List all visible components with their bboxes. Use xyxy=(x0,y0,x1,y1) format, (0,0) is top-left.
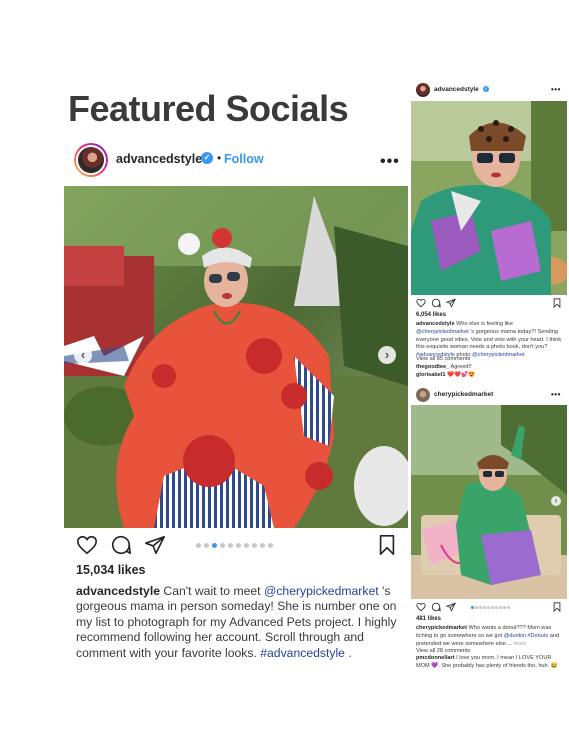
comment-username[interactable]: glorisabel1 xyxy=(416,372,446,378)
verified-badge-icon: ✓ xyxy=(201,152,213,164)
likes-count[interactable]: 15,034 likes xyxy=(76,563,146,577)
more-options-icon[interactable]: ••• xyxy=(380,154,400,170)
more-options-icon[interactable]: ••• xyxy=(551,390,561,399)
caption-username[interactable]: advancedstyle xyxy=(416,321,455,327)
post-caption: advancedstyle Can't wait to meet @cheryp… xyxy=(76,584,402,661)
post-photo-image xyxy=(64,186,408,528)
comment: pmcdonnellart I love you mom. I mean I L… xyxy=(416,655,564,671)
post-photo[interactable]: › xyxy=(411,405,567,599)
post-username[interactable]: advancedstyle xyxy=(434,86,479,93)
share-icon[interactable] xyxy=(446,602,456,612)
carousel-dot xyxy=(236,543,241,548)
carousel-dot xyxy=(471,606,474,609)
heart-icon[interactable] xyxy=(416,298,426,308)
bookmark-icon[interactable] xyxy=(552,298,562,308)
caption-mention[interactable]: @cherypickedmarket xyxy=(472,352,525,358)
carousel-dot xyxy=(475,606,478,609)
caption-username[interactable]: advancedstyle xyxy=(76,584,160,598)
carousel-dot xyxy=(483,606,486,609)
comment: glorisabel1 ❤️❤️💕😍 xyxy=(416,372,475,378)
likes-count[interactable]: 481 likes xyxy=(416,616,441,622)
side-post-advancedstyle: advancedstyle ✓ ••• 6,054 likes advanced… xyxy=(411,80,567,382)
header-separator: • xyxy=(217,151,222,165)
post-photo[interactable]: ‹ › xyxy=(64,186,408,528)
more-options-icon[interactable]: ••• xyxy=(551,85,561,94)
carousel-dot xyxy=(499,606,502,609)
carousel-dot xyxy=(268,543,273,548)
share-icon[interactable] xyxy=(144,534,166,556)
caption-mention[interactable]: @cherypickedmarket xyxy=(416,329,469,335)
share-icon[interactable] xyxy=(446,298,456,308)
caption-hashtag[interactable]: #Donuts xyxy=(526,633,548,639)
comment-username[interactable]: thegoodtee_ xyxy=(416,364,449,370)
carousel-dot xyxy=(252,543,257,548)
post-photo-image xyxy=(411,101,567,295)
avatar[interactable] xyxy=(74,143,108,177)
post-caption: cherypickedmarket Who wants a donut??? M… xyxy=(416,625,564,648)
caption-username[interactable]: cherypickedmarket xyxy=(416,625,467,631)
carousel-dot xyxy=(503,606,506,609)
carousel-dot xyxy=(260,543,265,548)
carousel-dot xyxy=(487,606,490,609)
carousel-dot xyxy=(220,543,225,548)
comment: thegoodtee_ Agreed!! xyxy=(416,364,472,370)
caption-text: . xyxy=(344,645,352,660)
comment-icon[interactable] xyxy=(110,534,132,556)
carousel-dot xyxy=(228,543,233,548)
carousel-dot xyxy=(196,543,201,548)
post-username[interactable]: advancedstyle xyxy=(116,152,202,166)
caption-mention[interactable]: @cherypickedmarket xyxy=(264,584,379,598)
carousel-dot xyxy=(507,606,510,609)
post-actions-bar xyxy=(64,532,408,558)
post-username[interactable]: cherypickedmarket xyxy=(434,391,493,398)
carousel-dot xyxy=(212,543,217,548)
carousel-prev-button[interactable]: ‹ xyxy=(74,346,92,364)
avatar[interactable] xyxy=(416,388,430,402)
comment-username[interactable]: pmcdonnellart xyxy=(416,655,455,661)
caption-hashtag[interactable]: #advancedstyle xyxy=(260,646,345,660)
carousel-dot xyxy=(495,606,498,609)
page-title: Featured Socials xyxy=(68,88,349,129)
carousel-next-button[interactable]: › xyxy=(551,496,561,506)
comment-text: Agreed!! xyxy=(449,364,472,370)
carousel-dot xyxy=(244,543,249,548)
view-comments-link[interactable]: View all 28 comments xyxy=(416,648,470,654)
carousel-indicator xyxy=(196,543,273,549)
caption-text: Who else is feeling like xyxy=(454,321,514,327)
carousel-dot xyxy=(479,606,482,609)
heart-icon[interactable] xyxy=(416,602,426,612)
post-photo-image xyxy=(411,405,567,599)
comment-text: ❤️❤️💕😍 xyxy=(445,372,475,378)
follow-button[interactable]: Follow xyxy=(224,152,264,166)
comment-icon[interactable] xyxy=(431,602,441,612)
carousel-next-button[interactable]: › xyxy=(378,346,396,364)
heart-icon[interactable] xyxy=(76,534,98,556)
caption-text: Can't wait to meet xyxy=(160,584,264,598)
likes-count[interactable]: 6,054 likes xyxy=(416,312,446,318)
post-header: advancedstyle ✓ • Follow ••• xyxy=(64,140,408,186)
carousel-dot xyxy=(491,606,494,609)
bookmark-icon[interactable] xyxy=(376,534,398,556)
main-post-card: advancedstyle ✓ • Follow ••• ‹ › 15,034 … xyxy=(64,140,408,660)
view-comments-link[interactable]: View all 85 comments xyxy=(416,356,470,362)
caption-more-link[interactable]: more xyxy=(514,641,527,647)
avatar[interactable] xyxy=(416,83,430,97)
bookmark-icon[interactable] xyxy=(552,602,562,612)
comment-icon[interactable] xyxy=(431,298,441,308)
caption-mention[interactable]: @dunkin xyxy=(504,633,526,639)
verified-badge-icon: ✓ xyxy=(483,86,489,92)
carousel-dot xyxy=(204,543,209,548)
post-photo[interactable] xyxy=(411,101,567,295)
carousel-indicator xyxy=(471,606,510,609)
side-post-cherypickedmarket: cherypickedmarket ••• › 481 likes cheryp… xyxy=(411,385,567,675)
post-caption: advancedstyle Who else is feeling like @… xyxy=(416,321,564,360)
